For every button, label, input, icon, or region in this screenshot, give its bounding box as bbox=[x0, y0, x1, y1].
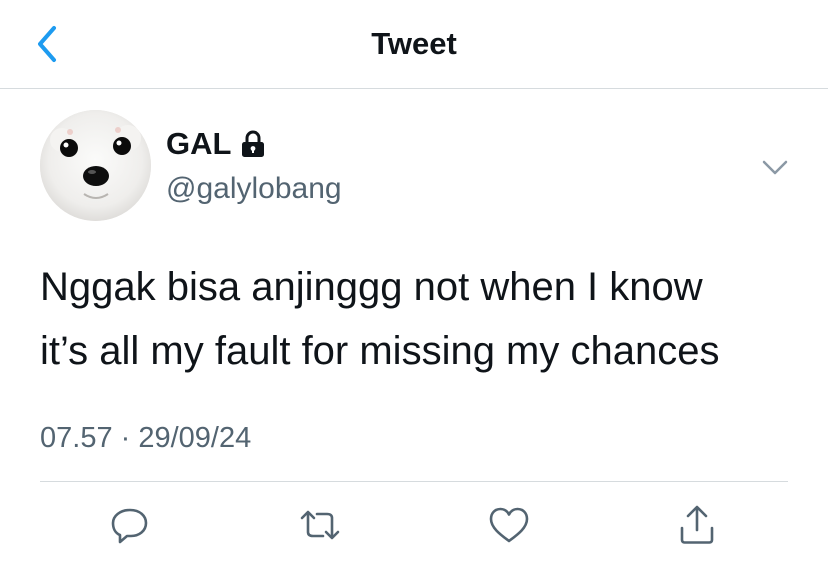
divider bbox=[40, 481, 788, 482]
tweet-menu-button[interactable] bbox=[760, 155, 790, 179]
author-name[interactable]: GAL bbox=[166, 126, 266, 162]
share-button[interactable] bbox=[675, 504, 719, 546]
like-button[interactable] bbox=[487, 504, 531, 546]
tweet-timestamp[interactable]: 07.57 · 29/09/24 bbox=[40, 422, 251, 455]
tweet-text-line: Nggak bisa anjinggg not when I know bbox=[40, 265, 703, 309]
dog-avatar-image bbox=[40, 110, 151, 221]
top-bar: Tweet bbox=[0, 0, 828, 89]
retweet-icon bbox=[300, 510, 340, 540]
like-icon bbox=[489, 507, 529, 543]
lock-icon bbox=[240, 130, 266, 158]
tweet-text: Nggak bisa anjinggg not when I know it’s… bbox=[40, 255, 800, 383]
reply-button[interactable] bbox=[108, 504, 152, 546]
author-handle[interactable]: @galylobang bbox=[166, 172, 342, 206]
share-icon bbox=[680, 505, 714, 544]
chevron-down-icon bbox=[762, 160, 788, 175]
tweet-text-line: it’s all my fault for missing my chances bbox=[40, 329, 720, 373]
page-title: Tweet bbox=[371, 26, 457, 61]
avatar[interactable] bbox=[40, 110, 151, 221]
author-name-text: GAL bbox=[166, 126, 232, 161]
reply-icon bbox=[111, 508, 148, 544]
retweet-button[interactable] bbox=[298, 504, 342, 546]
